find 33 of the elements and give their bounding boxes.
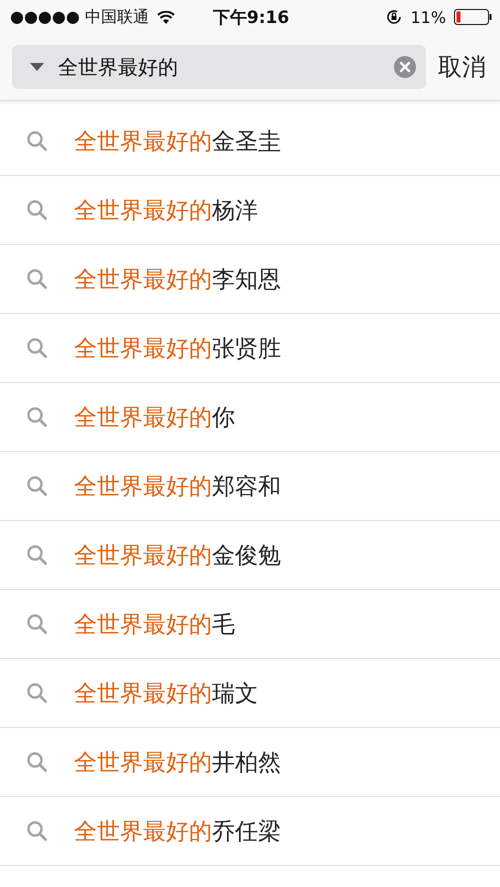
battery-icon <box>454 9 492 25</box>
suggestion-text[interactable]: 全世界最好的瑞文 <box>74 678 258 708</box>
search-icon <box>26 682 48 704</box>
cancel-button[interactable]: 取消 <box>438 51 486 83</box>
suggestion-text[interactable]: 全世界最好的乔任梁 <box>74 816 281 846</box>
search-icon <box>26 820 48 842</box>
search-icon <box>26 613 48 635</box>
suggestion-text[interactable]: 全世界最好的毛 <box>74 608 235 640</box>
search-icon <box>26 475 48 497</box>
carrier-name: ●●●●● 中国联通 <box>10 6 149 28</box>
search-icon <box>26 544 48 566</box>
suggestion-text[interactable]: 全世界最好的李知恩 <box>74 264 281 294</box>
dropdown-caret-icon[interactable] <box>30 63 44 71</box>
search-query[interactable]: 全世界最好的 <box>58 55 380 79</box>
search-icon <box>26 268 48 290</box>
clear-icon[interactable] <box>394 56 416 78</box>
suggestion-text[interactable]: 全世界最好的杨洋 <box>74 194 258 226</box>
rotation-lock-icon <box>386 9 402 25</box>
search-icon <box>26 406 48 428</box>
search-field[interactable]: 全世界最好的 <box>12 45 426 89</box>
search-icon <box>26 199 48 221</box>
search-icon <box>26 751 48 773</box>
battery-percent: 11% <box>410 8 446 26</box>
wifi-icon <box>156 10 175 24</box>
suggestion-text[interactable]: 全世界最好的张贤胜 <box>74 332 281 364</box>
suggestion-text[interactable]: 全世界最好的你 <box>74 402 235 432</box>
suggestion-text[interactable]: 全世界最好的金俊勉 <box>74 540 281 570</box>
search-icon <box>26 130 48 152</box>
suggestion-text[interactable]: 全世界最好的郑容和 <box>74 470 281 502</box>
status-time: 下午9:16 <box>212 6 290 28</box>
suggestion-text[interactable]: 全世界最好的金圣圭 <box>74 126 281 156</box>
suggestion-text[interactable]: 全世界最好的井柏然 <box>74 746 281 778</box>
search-icon <box>26 337 48 359</box>
